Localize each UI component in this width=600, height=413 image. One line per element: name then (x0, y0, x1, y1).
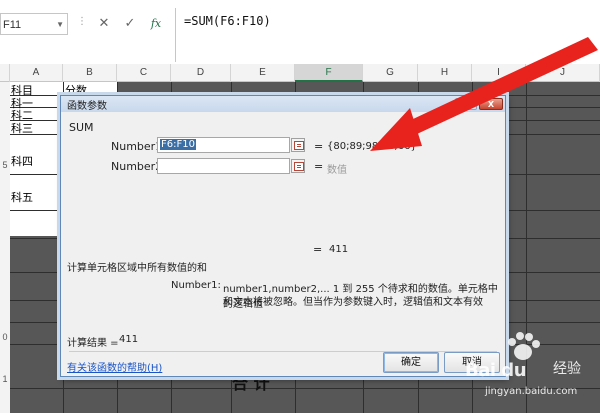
baidu-watermark: Bai du 经验 jingyan.baidu.com (465, 330, 595, 410)
watermark-url: jingyan.baidu.com (485, 386, 578, 397)
arrow-shaft (396, 37, 598, 140)
watermark-brand: Bai du (465, 360, 527, 381)
watermark-jingyan: 经验 (553, 361, 581, 377)
arrow-head (370, 108, 422, 151)
